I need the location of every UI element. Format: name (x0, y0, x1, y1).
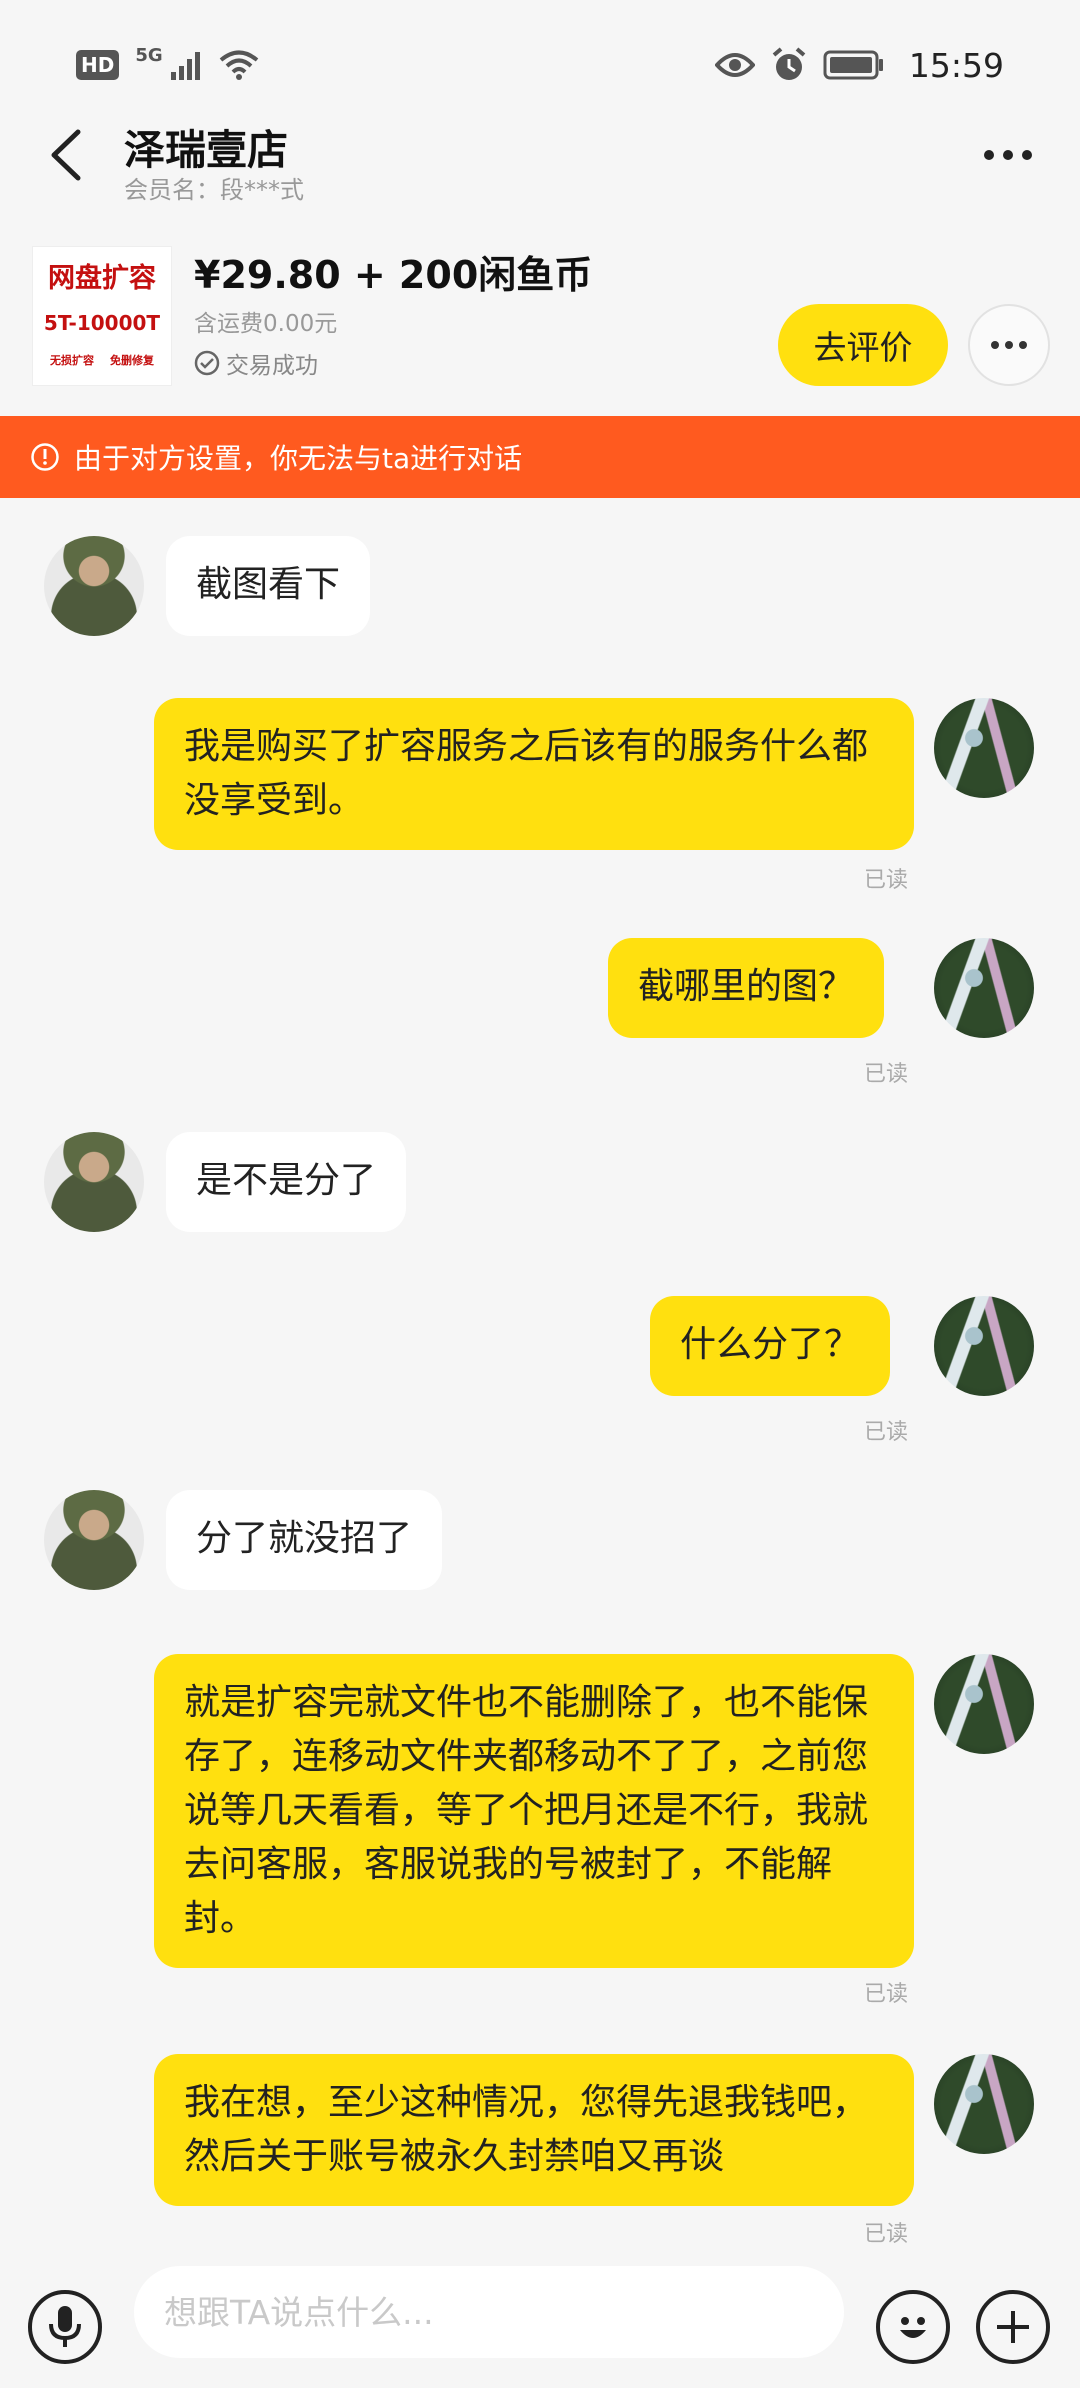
plus-icon (997, 2311, 1029, 2343)
message-bubble: 我在想，至少这种情况，您得先退我钱吧，然后关于账号被永久封禁咱又再谈 (154, 2054, 914, 2206)
read-status: 已读 (864, 1982, 909, 2007)
dot (984, 150, 994, 160)
check-circle-icon (194, 350, 220, 376)
more-options-button[interactable] (972, 130, 1044, 180)
thumb-tags: 无损扩容 免删修复 (50, 352, 154, 368)
trade-status: 交易成功 (194, 346, 318, 380)
message-bubble: 什么分了？ (650, 1296, 891, 1396)
message-bubble: 是不是分了 (166, 1132, 407, 1232)
wifi-icon (219, 50, 258, 80)
message-input[interactable] (134, 2266, 844, 2358)
avatar[interactable] (934, 2054, 1034, 2154)
chat-header: 泽瑞壹店 会员名：段***式 (0, 100, 1080, 218)
alert-icon (31, 443, 59, 471)
thumb-tag-left: 无损扩容 (50, 354, 94, 368)
avatar[interactable] (44, 1490, 144, 1590)
read-status: 已读 (864, 868, 909, 893)
dot (1003, 150, 1013, 160)
thumb-title: 网盘扩容 (48, 262, 156, 294)
warning-banner: 由于对方设置，你无法与ta进行对话 (0, 416, 1080, 498)
product-card[interactable]: 网盘扩容 5T-10000T 无损扩容 免删修复 ¥29.80 + 200闲鱼币… (0, 238, 1080, 414)
dot (991, 341, 999, 349)
shipping-fee: 含运费0.00元 (194, 311, 338, 337)
message-bubble: 我是购买了扩容服务之后该有的服务什么都没享受到。 (154, 698, 914, 850)
status-right: 15:59 (714, 45, 1004, 85)
alarm-icon (772, 47, 806, 80)
avatar[interactable] (934, 938, 1034, 1038)
message-bubble: 截图看下 (166, 536, 371, 636)
read-status: 已读 (864, 1420, 909, 1445)
avatar[interactable] (44, 1132, 144, 1232)
avatar[interactable] (934, 1296, 1034, 1396)
shop-name: 泽瑞壹店 (124, 126, 288, 174)
chevron-left-icon (51, 129, 81, 181)
thumb-spec: 5T-10000T (43, 310, 161, 335)
thumb-tag-right: 免删修复 (110, 354, 154, 368)
dot (1019, 341, 1027, 349)
emoji-button[interactable] (876, 2290, 950, 2364)
smile-icon (900, 2317, 926, 2338)
message-bubble: 截哪里的图？ (608, 938, 885, 1038)
warning-text: 由于对方设置，你无法与ta进行对话 (74, 442, 523, 475)
dot (1005, 341, 1013, 349)
signal-icon (170, 52, 200, 80)
read-status: 已读 (864, 2222, 909, 2247)
clock: 15:59 (908, 45, 1004, 85)
product-more-button[interactable] (968, 304, 1050, 386)
avatar[interactable] (934, 1654, 1034, 1754)
message-bubble: 分了就没招了 (166, 1490, 443, 1590)
eye-icon (714, 53, 755, 77)
message-list[interactable]: 截图看下 我是购买了扩容服务之后该有的服务什么都没享受到。 已读 截哪里的图？ … (0, 498, 1080, 2258)
more-actions-button[interactable] (976, 2290, 1050, 2364)
voice-button[interactable] (28, 2290, 102, 2364)
network-label: 5G (135, 45, 163, 66)
review-button[interactable]: 去评价 (778, 304, 948, 386)
trade-status-label: 交易成功 (226, 353, 318, 379)
hd-badge: HD (76, 50, 120, 80)
avatar[interactable] (44, 536, 144, 636)
avatar[interactable] (934, 698, 1034, 798)
read-status: 已读 (864, 1062, 909, 1087)
member-name: 会员名：段***式 (124, 176, 304, 204)
dot (1022, 150, 1032, 160)
product-thumbnail[interactable]: 网盘扩容 5T-10000T 无损扩容 免删修复 (32, 246, 172, 386)
back-button[interactable] (40, 122, 90, 188)
message-bubble: 就是扩容完就文件也不能删除了，也不能保存了，连移动文件夹都移动不了了，之前您说等… (154, 1654, 914, 1968)
microphone-icon (49, 2306, 81, 2347)
status-left: HD 5G (76, 45, 259, 81)
battery-icon (823, 50, 883, 80)
product-price: ¥29.80 + 200闲鱼币 (194, 253, 593, 297)
